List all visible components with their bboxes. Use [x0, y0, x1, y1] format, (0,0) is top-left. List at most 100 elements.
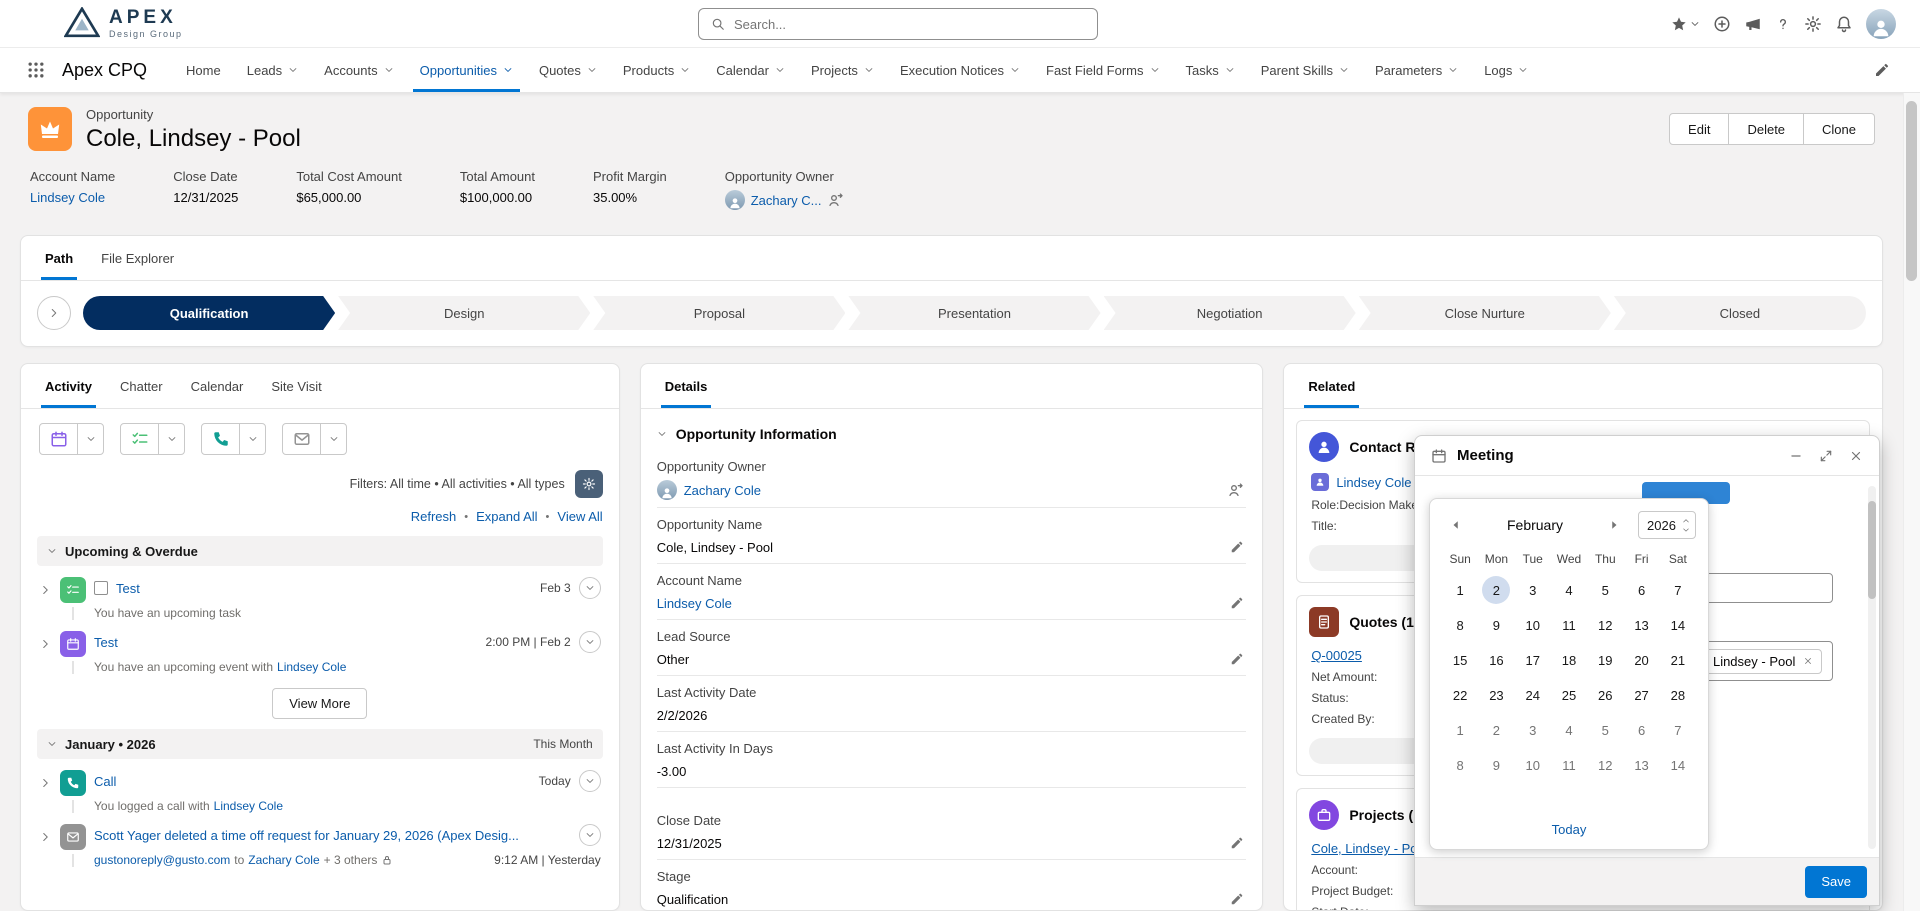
- edit-field-pencil-icon[interactable]: [1230, 892, 1244, 906]
- contact-role-link[interactable]: Lindsey Cole: [1336, 475, 1411, 490]
- event-actions-button[interactable]: [578, 631, 601, 653]
- call-link[interactable]: Call: [94, 774, 116, 789]
- save-button[interactable]: Save: [1805, 865, 1867, 898]
- calendar-day-next-14[interactable]: 14: [1664, 751, 1692, 779]
- minimize-icon[interactable]: [1789, 449, 1803, 463]
- notifications-bell-icon[interactable]: [1835, 15, 1853, 33]
- profile-avatar[interactable]: [1866, 9, 1896, 39]
- timeline-settings-button[interactable]: [574, 470, 603, 498]
- email-button[interactable]: [283, 424, 321, 454]
- nav-tab-tasks[interactable]: Tasks: [1173, 48, 1248, 92]
- call-actions-button[interactable]: [578, 770, 601, 792]
- calendar-day-16[interactable]: 16: [1482, 646, 1510, 674]
- calendar-day-next-6[interactable]: 6: [1628, 716, 1656, 744]
- quotes-title[interactable]: Quotes (1): [1349, 614, 1418, 630]
- nav-tab-fast-field-forms[interactable]: Fast Field Forms: [1033, 48, 1173, 92]
- help-icon[interactable]: [1775, 16, 1791, 32]
- favorites-button[interactable]: [1671, 16, 1700, 32]
- refresh-link[interactable]: Refresh: [411, 509, 457, 524]
- email-from-link[interactable]: gustonoreply@gusto.com: [94, 853, 230, 867]
- edit-field-pencil-icon[interactable]: [1230, 540, 1244, 554]
- calendar-day-27[interactable]: 27: [1628, 681, 1656, 709]
- calendar-day-next-8[interactable]: 8: [1446, 751, 1474, 779]
- calendar-day-next-11[interactable]: 11: [1555, 751, 1583, 779]
- calendar-day-28[interactable]: 28: [1664, 681, 1692, 709]
- dialog-scrollbar[interactable]: [1868, 486, 1876, 849]
- field-value-link[interactable]: Zachary C...: [751, 193, 822, 208]
- calendar-day-4[interactable]: 4: [1555, 576, 1583, 604]
- tab-path[interactable]: Path: [31, 236, 87, 280]
- path-stage-design[interactable]: Design: [338, 296, 590, 330]
- calendar-day-5[interactable]: 5: [1591, 576, 1619, 604]
- event-link[interactable]: Test: [94, 635, 118, 650]
- calendar-day-12[interactable]: 12: [1591, 611, 1619, 639]
- calendar-day-13[interactable]: 13: [1628, 611, 1656, 639]
- edit-field-pencil-icon[interactable]: [1230, 596, 1244, 610]
- calendar-day-next-1[interactable]: 1: [1446, 716, 1474, 744]
- email-link[interactable]: Scott Yager deleted a time off request f…: [94, 828, 519, 843]
- task-checkbox[interactable]: [94, 581, 108, 595]
- log-call-button[interactable]: [202, 424, 240, 454]
- close-icon[interactable]: [1849, 449, 1863, 463]
- path-stage-presentation[interactable]: Presentation: [848, 296, 1100, 330]
- field-value-link[interactable]: Zachary Cole: [684, 483, 761, 498]
- calendar-day-next-5[interactable]: 5: [1591, 716, 1619, 744]
- tab-chatter[interactable]: Chatter: [106, 364, 177, 408]
- nav-tab-logs[interactable]: Logs: [1471, 48, 1541, 92]
- expand-chevron-icon[interactable]: [39, 777, 52, 789]
- field-value-link[interactable]: Lindsey Cole: [657, 596, 732, 611]
- nav-tab-projects[interactable]: Projects: [798, 48, 887, 92]
- calendar-day-next-7[interactable]: 7: [1664, 716, 1692, 744]
- calendar-day-1[interactable]: 1: [1446, 576, 1474, 604]
- nav-tab-execution-notices[interactable]: Execution Notices: [887, 48, 1033, 92]
- global-actions-icon[interactable]: [1713, 15, 1731, 33]
- opportunity-information-section[interactable]: Opportunity Information: [641, 409, 1263, 450]
- year-spinner[interactable]: 2026: [1638, 511, 1696, 539]
- project-link[interactable]: Cole, Lindsey - Pool: [1311, 841, 1427, 856]
- delete-button[interactable]: Delete: [1729, 113, 1805, 145]
- nav-tab-home[interactable]: Home: [173, 48, 234, 92]
- path-stage-close-nurture[interactable]: Close Nurture: [1359, 296, 1611, 330]
- calendar-day-17[interactable]: 17: [1519, 646, 1547, 674]
- log-call-dropdown[interactable]: [240, 424, 265, 454]
- new-event-dropdown[interactable]: [78, 424, 103, 454]
- calendar-day-22[interactable]: 22: [1446, 681, 1474, 709]
- edit-field-pencil-icon[interactable]: [1230, 836, 1244, 850]
- change-owner-icon[interactable]: [1228, 482, 1244, 498]
- calendar-day-next-9[interactable]: 9: [1482, 751, 1510, 779]
- tab-activity[interactable]: Activity: [31, 364, 106, 408]
- edit-field-pencil-icon[interactable]: [1230, 652, 1244, 666]
- view-all-link[interactable]: View All: [557, 509, 602, 524]
- section-january-2026[interactable]: January • 2026 This Month: [37, 729, 603, 759]
- calendar-day-8[interactable]: 8: [1446, 611, 1474, 639]
- calendar-day-6[interactable]: 6: [1628, 576, 1656, 604]
- calendar-day-19[interactable]: 19: [1591, 646, 1619, 674]
- calendar-day-25[interactable]: 25: [1555, 681, 1583, 709]
- tab-calendar[interactable]: Calendar: [177, 364, 258, 408]
- edit-button[interactable]: Edit: [1669, 113, 1730, 145]
- nav-tab-products[interactable]: Products: [610, 48, 703, 92]
- event-subtext-contact-link[interactable]: Lindsey Cole: [277, 660, 346, 674]
- page-scrollbar[interactable]: [1903, 93, 1920, 911]
- calendar-day-3[interactable]: 3: [1519, 576, 1547, 604]
- task-link[interactable]: Test: [116, 581, 140, 596]
- email-actions-button[interactable]: [578, 824, 601, 846]
- next-month-button[interactable]: [1600, 511, 1628, 539]
- nav-tab-opportunities[interactable]: Opportunities: [407, 48, 526, 92]
- quote-link[interactable]: Q-00025: [1311, 648, 1362, 663]
- calendar-day-next-13[interactable]: 13: [1628, 751, 1656, 779]
- expand-all-link[interactable]: Expand All: [476, 509, 537, 524]
- path-stage-proposal[interactable]: Proposal: [593, 296, 845, 330]
- expand-chevron-icon[interactable]: [39, 831, 52, 843]
- path-stage-negotiation[interactable]: Negotiation: [1104, 296, 1356, 330]
- section-upcoming-overdue[interactable]: Upcoming & Overdue: [37, 536, 603, 566]
- page-scrollbar-thumb[interactable]: [1906, 101, 1917, 281]
- calendar-day-14[interactable]: 14: [1664, 611, 1692, 639]
- nav-tab-parent-skills[interactable]: Parent Skills: [1248, 48, 1362, 92]
- calendar-day-next-12[interactable]: 12: [1591, 751, 1619, 779]
- previous-month-button[interactable]: [1442, 511, 1470, 539]
- calendar-day-24[interactable]: 24: [1519, 681, 1547, 709]
- path-scroll-button[interactable]: [37, 296, 71, 330]
- calendar-day-10[interactable]: 10: [1519, 611, 1547, 639]
- tab-file-explorer[interactable]: File Explorer: [87, 236, 188, 280]
